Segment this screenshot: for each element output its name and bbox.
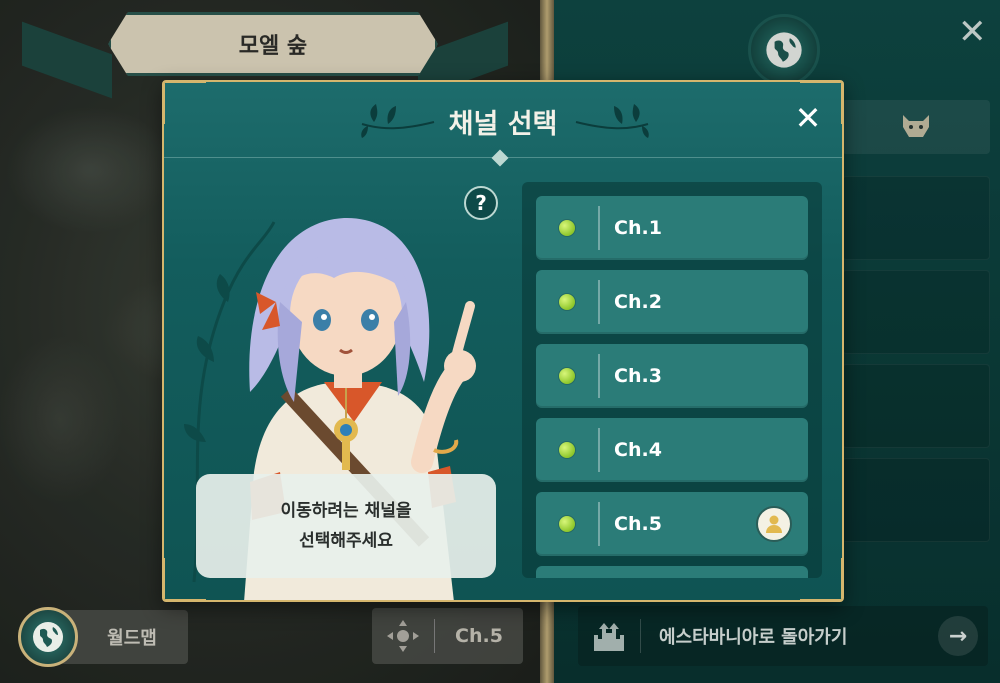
- channel-label: Ch.5: [614, 513, 662, 535]
- channel-label: Ch.3: [614, 365, 662, 387]
- dialog-title: 채널 선택: [448, 109, 558, 140]
- guide-text-line1: 이동하려는 채널을: [280, 501, 412, 521]
- guide-text-line2: 선택해주세요: [299, 531, 393, 551]
- channel-list[interactable]: Ch.1 Ch.2 Ch.3 Ch.4 Ch.5: [522, 182, 822, 578]
- dialog-header: 채널 선택 ✕: [164, 82, 842, 158]
- leaf-ornament-icon: [575, 104, 649, 138]
- status-dot-icon: [559, 220, 575, 236]
- channel-item-ch1[interactable]: Ch.1: [536, 196, 808, 260]
- dialog-close-button[interactable]: ✕: [792, 102, 824, 134]
- channel-item-next-partial[interactable]: [536, 566, 808, 578]
- guide-speech-bubble: 이동하려는 채널을 선택해주세요: [196, 474, 496, 578]
- status-dot-icon: [559, 516, 575, 532]
- channel-label: Ch.1: [614, 217, 662, 239]
- globe-icon: [18, 607, 78, 667]
- channel-label: Ch.4: [614, 439, 662, 461]
- user-icon: [756, 506, 792, 542]
- channel-item-ch3[interactable]: Ch.3: [536, 344, 808, 408]
- channel-item-ch5[interactable]: Ch.5: [536, 492, 808, 556]
- channel-select-dialog: 채널 선택 ✕ ? 이동하려는 채널을 선택해주세요 Ch.1 Ch.2 Ch.…: [162, 80, 844, 602]
- channel-label: Ch.2: [614, 291, 662, 313]
- status-dot-icon: [559, 294, 575, 310]
- status-dot-icon: [559, 442, 575, 458]
- status-dot-icon: [559, 368, 575, 384]
- channel-item-ch2[interactable]: Ch.2: [536, 270, 808, 334]
- channel-item-ch4[interactable]: Ch.4: [536, 418, 808, 482]
